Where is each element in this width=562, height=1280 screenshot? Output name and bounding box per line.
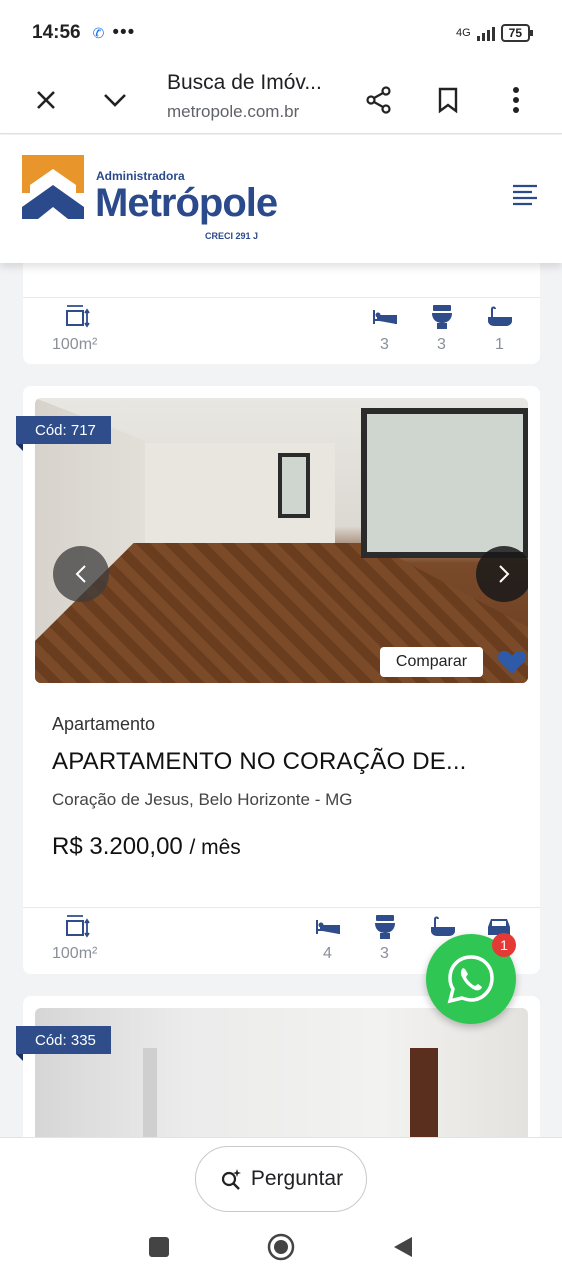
- chevron-left-icon: [75, 565, 86, 583]
- share-button[interactable]: [357, 78, 401, 122]
- page-title[interactable]: Busca de Imóv...: [167, 71, 322, 95]
- share-icon: [366, 86, 391, 114]
- property-type: Apartamento: [52, 714, 156, 734]
- more-options-button[interactable]: [494, 78, 538, 122]
- area-icon: [66, 305, 90, 328]
- bed-icon: [373, 310, 397, 324]
- property-title[interactable]: APARTAMENTO NO CORAÇÃO DE...: [52, 748, 467, 776]
- call-icon: ✆: [92, 24, 105, 41]
- browser-toolbar: Busca de Imóv... metropole.com.br: [0, 66, 562, 134]
- status-time: 14:56: [32, 22, 81, 43]
- bookmark-icon: [438, 87, 458, 114]
- ask-button[interactable]: Perguntar: [195, 1146, 367, 1212]
- area-value: 100m²: [52, 336, 98, 353]
- whatsapp-icon: [447, 955, 494, 1004]
- ask-label: Perguntar: [250, 1167, 344, 1190]
- suites-value: 1: [495, 336, 504, 353]
- metropole-logo-icon[interactable]: [22, 155, 84, 219]
- status-bar: 14:56 ✆ ••• 4G 75: [0, 0, 562, 66]
- close-icon: [37, 91, 55, 109]
- bathrooms-value: 3: [380, 945, 389, 962]
- price-period: / mês: [189, 836, 241, 859]
- square-icon: [149, 1237, 169, 1257]
- home-circle-icon: [267, 1233, 295, 1261]
- bathrooms-value: 3: [437, 336, 446, 353]
- chevron-down-icon: [104, 94, 126, 107]
- listing-card[interactable]: Comparar Apartamento APARTAMENTO NO CORA…: [23, 386, 540, 974]
- divider: [23, 297, 540, 298]
- more-notifications-icon: •••: [112, 22, 136, 43]
- listing-code-badge: Cód: 717: [16, 416, 111, 451]
- bedrooms-value: 4: [323, 945, 332, 962]
- more-vert-icon: [513, 87, 519, 113]
- signal-icon: [476, 25, 495, 41]
- notification-badge: 1: [492, 933, 516, 957]
- divider: [23, 907, 540, 908]
- bedrooms-value: 3: [380, 336, 389, 353]
- area-icon: [66, 915, 90, 938]
- site-header: Administradora Metrópole CRECI 291 J: [0, 135, 562, 263]
- page-url[interactable]: metropole.com.br: [167, 102, 299, 122]
- minimize-button[interactable]: [93, 78, 137, 122]
- toilet-icon: [375, 915, 395, 939]
- battery-indicator: 75: [500, 24, 534, 42]
- bathtub-icon: [488, 306, 512, 326]
- home-button[interactable]: [266, 1232, 296, 1262]
- network-label: 4G: [455, 27, 471, 39]
- recents-button[interactable]: [144, 1232, 174, 1262]
- bed-icon: [316, 920, 340, 934]
- bottom-bar: Perguntar: [0, 1137, 562, 1280]
- photo-next-button[interactable]: [476, 546, 528, 602]
- listing-code-badge-next: Cód: 335: [16, 1026, 111, 1061]
- chevron-right-icon: [499, 565, 510, 583]
- photo-prev-button[interactable]: [53, 546, 109, 602]
- property-location: Coração de Jesus, Belo Horizonte - MG: [52, 790, 353, 809]
- close-tab-button[interactable]: [24, 78, 68, 122]
- compare-button[interactable]: Comparar: [380, 647, 483, 677]
- back-triangle-icon: [394, 1237, 412, 1257]
- property-price: R$ 3.200,00 / mês: [52, 833, 241, 861]
- price-value: R$ 3.200,00: [52, 833, 183, 860]
- toilet-icon: [432, 305, 452, 329]
- area-value: 100m²: [52, 945, 98, 962]
- back-button[interactable]: [388, 1232, 418, 1262]
- creci-label: CRECI 291 J: [205, 231, 259, 241]
- sparkle-search-icon: [221, 1169, 241, 1190]
- brand-name[interactable]: Metrópole: [95, 181, 278, 226]
- bathtub-icon: [431, 916, 455, 936]
- bookmark-button[interactable]: [426, 78, 470, 122]
- hamburger-menu-icon[interactable]: [512, 183, 538, 209]
- favorite-heart-icon[interactable]: [497, 649, 527, 675]
